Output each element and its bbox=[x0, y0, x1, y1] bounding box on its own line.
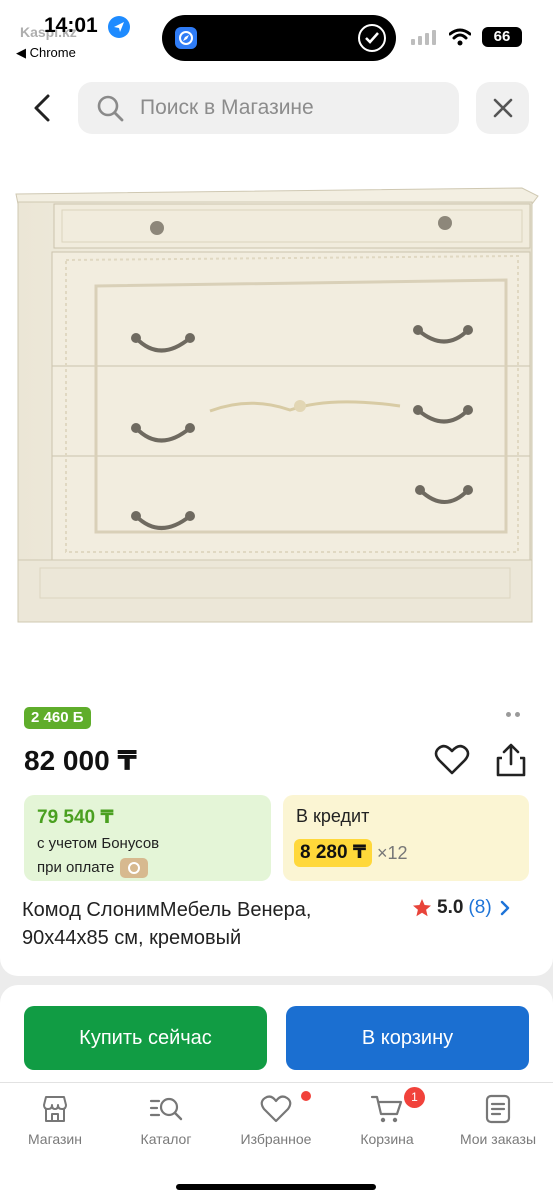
search-header bbox=[0, 70, 553, 148]
bonus-price-box[interactable]: 79 540 ₸ с учетом Бонусов при оплате bbox=[24, 795, 271, 881]
orders-icon bbox=[485, 1094, 511, 1124]
bonus-line-1: с учетом Бонусов bbox=[37, 835, 160, 852]
close-icon bbox=[493, 98, 512, 118]
star-icon bbox=[413, 899, 431, 917]
favorites-dot-badge bbox=[301, 1091, 311, 1101]
credit-monthly-amount: 8 280 ₸ bbox=[294, 839, 373, 867]
rating-value: 5.0 bbox=[437, 897, 464, 918]
product-price: 82 000 ₸ bbox=[24, 745, 137, 776]
purchase-actions: Купить сейчас В корзину bbox=[0, 985, 553, 1082]
tab-catalog-label: Каталог bbox=[140, 1131, 192, 1147]
bonus-line-2: при оплате bbox=[37, 858, 149, 878]
search-bar[interactable] bbox=[78, 82, 459, 134]
buy-now-button[interactable]: Купить сейчас bbox=[24, 1006, 267, 1070]
tab-cart-label: Корзина bbox=[360, 1131, 414, 1147]
close-button[interactable] bbox=[476, 82, 529, 134]
heart-icon bbox=[260, 1095, 292, 1123]
tab-favorites[interactable]: Избранное bbox=[221, 1091, 331, 1153]
cellular-signal-icon bbox=[411, 30, 436, 45]
share-icon bbox=[496, 743, 526, 777]
dynamic-island bbox=[162, 15, 396, 61]
cart-count-badge: 1 bbox=[404, 1087, 425, 1108]
tab-store-label: Магазин bbox=[27, 1131, 82, 1147]
bottom-tab-bar: Магазин Каталог Избранное Корзина 1 Мои … bbox=[0, 1082, 553, 1200]
bonus-price: 79 540 ₸ bbox=[37, 807, 114, 828]
tab-store[interactable]: Магазин bbox=[0, 1093, 110, 1153]
rating-link[interactable]: 5.0 (8) bbox=[412, 897, 510, 919]
bonus-badge: 2 460 Б bbox=[24, 707, 91, 729]
tab-catalog[interactable]: Каталог bbox=[111, 1093, 221, 1153]
chevron-right-icon bbox=[500, 900, 509, 916]
store-icon bbox=[43, 1096, 67, 1122]
credit-box[interactable]: В кредит 8 280 ₸ ×12 bbox=[283, 795, 529, 881]
location-arrow-icon bbox=[108, 16, 130, 38]
checkmark-icon bbox=[358, 24, 386, 52]
heart-icon bbox=[434, 744, 470, 775]
compass-icon bbox=[175, 27, 197, 49]
product-info-card: 2 460 Б 82 000 ₸ 79 540 ₸ с учетом Бонус… bbox=[0, 688, 553, 976]
product-title: Комод СлонимМебель Венера, 90x44x85 см, … bbox=[22, 899, 312, 949]
status-bar: Kaspi.kz 14:01 ◀ Chrome 66 bbox=[0, 0, 553, 70]
share-button[interactable] bbox=[494, 742, 528, 778]
wifi-icon bbox=[449, 28, 471, 46]
catalog-search-icon bbox=[149, 1097, 183, 1121]
kaspi-pay-icon bbox=[120, 858, 149, 878]
favorite-button[interactable] bbox=[434, 743, 470, 777]
tab-orders-label: Мои заказы bbox=[459, 1131, 537, 1147]
review-count: (8) bbox=[468, 897, 492, 918]
chevron-left-icon bbox=[34, 94, 50, 122]
image-pagination-dots bbox=[506, 712, 520, 717]
app-screen: Kaspi.kz 14:01 ◀ Chrome 66 Поиск в Магаз… bbox=[0, 0, 553, 1200]
tab-favorites-label: Избранное bbox=[240, 1131, 312, 1147]
dresser-illustration bbox=[15, 187, 539, 623]
battery-indicator: 66 bbox=[482, 27, 522, 47]
tab-orders[interactable]: Мои заказы bbox=[443, 1093, 553, 1153]
search-input[interactable] bbox=[140, 82, 440, 134]
back-to-app-link[interactable]: ◀ Chrome bbox=[16, 45, 76, 61]
home-indicator bbox=[176, 1184, 376, 1190]
tab-cart[interactable]: Корзина 1 bbox=[332, 1087, 442, 1153]
add-to-cart-button[interactable]: В корзину bbox=[286, 1006, 529, 1070]
search-icon bbox=[97, 95, 124, 122]
bonus-line-2-text: при оплате bbox=[37, 858, 115, 876]
credit-title: В кредит bbox=[296, 806, 370, 826]
cart-icon bbox=[370, 1095, 403, 1123]
status-time: 14:01 bbox=[44, 14, 98, 37]
credit-months: ×12 bbox=[377, 843, 408, 863]
back-button[interactable] bbox=[22, 88, 62, 128]
product-image[interactable] bbox=[0, 148, 553, 688]
